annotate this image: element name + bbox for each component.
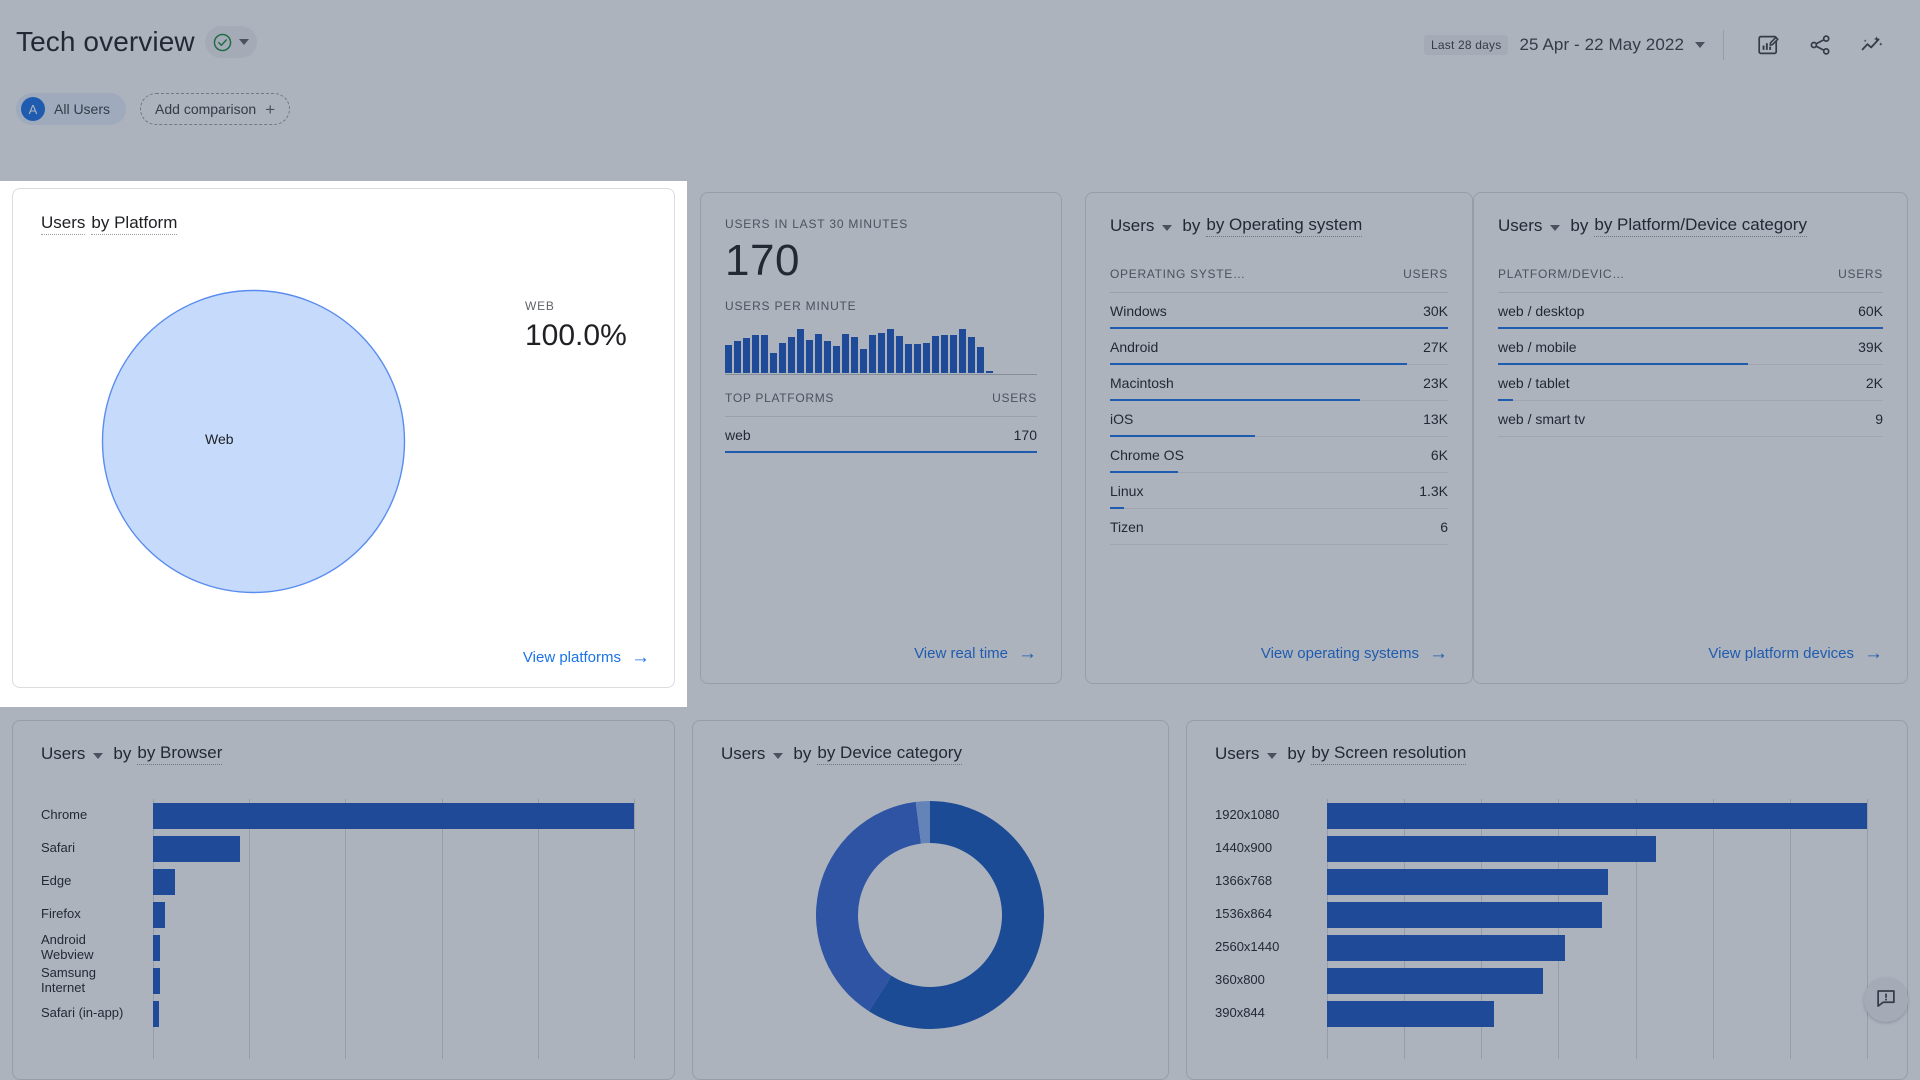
- platform-pct-block: WEB 100.0%: [525, 299, 627, 353]
- metric-name: Users: [41, 213, 86, 235]
- view-platforms-label: View platforms: [522, 649, 621, 666]
- view-platforms-link[interactable]: View platforms →: [523, 648, 650, 667]
- card-users-by-platform: Users by Platform Web WEB 100.0% View pl…: [12, 188, 675, 688]
- pie-slice-label: Web: [205, 431, 234, 447]
- platform-pct-value: 100.0%: [525, 319, 627, 352]
- platform-pie-chart[interactable]: Web: [101, 289, 406, 594]
- platform-pct-label: WEB: [525, 299, 555, 313]
- dimension-name: by Platform: [91, 213, 178, 235]
- arrow-right-icon: →: [631, 647, 650, 668]
- tech-overview-page: Tech overview A All Users Add comparison…: [0, 0, 1920, 1080]
- card-title-users-by-platform: Users by Platform: [41, 213, 178, 235]
